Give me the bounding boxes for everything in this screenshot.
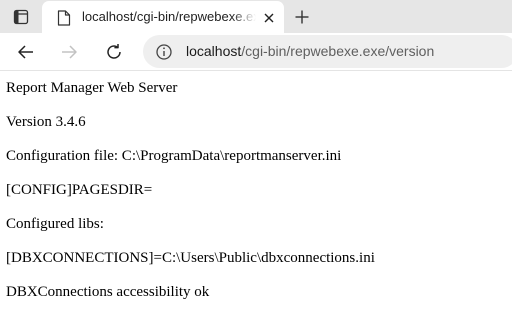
browser-window: localhost/cgi-bin/repwebexe.exe/version <box>0 0 512 316</box>
refresh-button[interactable] <box>101 39 127 65</box>
arrow-right-icon <box>62 45 77 59</box>
url-text[interactable]: localhost/cgi-bin/repwebexe.exe/version <box>186 43 434 60</box>
tab-actions-icon <box>13 9 29 25</box>
configured-libs-line: Configured libs: <box>6 216 104 232</box>
accessibility-line: DBXConnections accessibility ok <box>6 284 210 300</box>
arrow-left-icon <box>18 45 33 59</box>
dbxconnections-line: [DBXCONNECTIONS]=C:\Users\Public\dbxconn… <box>6 250 375 266</box>
info-icon[interactable] <box>155 43 173 61</box>
version-line: Version 3.4.6 <box>6 114 86 130</box>
tab-actions-button[interactable] <box>9 6 33 28</box>
toolbar: localhost/cgi-bin/repwebexe.exe/version <box>0 33 512 71</box>
plus-icon <box>295 10 309 24</box>
tab-strip: localhost/cgi-bin/repwebexe.exe/version <box>0 0 512 33</box>
address-bar[interactable]: localhost/cgi-bin/repwebexe.exe/version <box>143 35 512 68</box>
active-tab[interactable]: localhost/cgi-bin/repwebexe.exe/version <box>42 1 284 33</box>
url-host: localhost <box>186 43 242 59</box>
tab-title: localhost/cgi-bin/repwebexe.exe/version <box>82 9 256 24</box>
new-tab-button[interactable] <box>290 6 314 28</box>
close-icon <box>264 13 274 23</box>
refresh-icon <box>107 44 121 59</box>
pagesdir-line: [CONFIG]PAGESDIR= <box>6 182 153 198</box>
document-icon <box>57 10 71 26</box>
back-button[interactable] <box>13 39 39 65</box>
forward-button[interactable] <box>56 39 82 65</box>
url-path: /cgi-bin/repwebexe.exe/version <box>241 43 435 59</box>
tab-close-button[interactable] <box>261 10 277 26</box>
config-file-line: Configuration file: C:\ProgramData\repor… <box>6 148 342 164</box>
server-title: Report Manager Web Server <box>6 80 178 96</box>
